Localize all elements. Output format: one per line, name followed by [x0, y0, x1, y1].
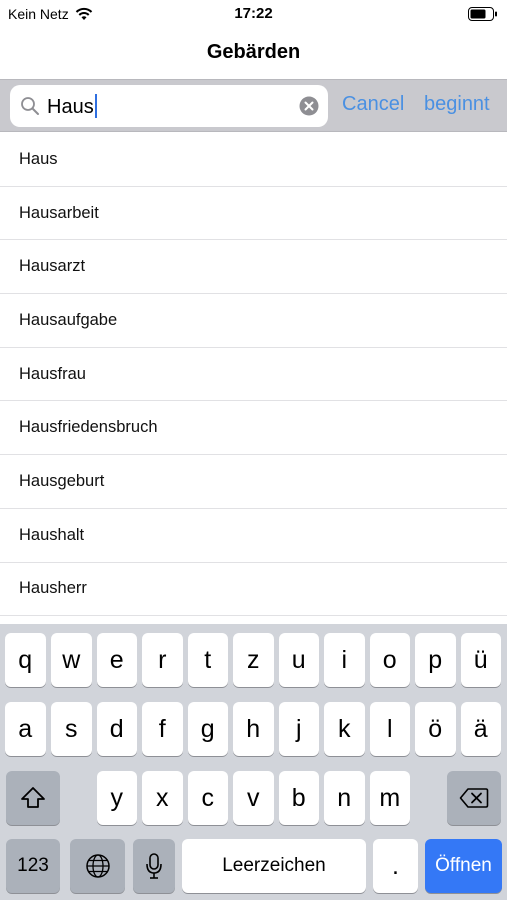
- key-o[interactable]: o: [369, 633, 410, 687]
- key-f[interactable]: f: [142, 702, 183, 756]
- list-item[interactable]: Hausarzt: [0, 240, 507, 295]
- key-t[interactable]: t: [187, 633, 228, 687]
- dictation-key[interactable]: [133, 839, 175, 893]
- key-m[interactable]: m: [369, 771, 410, 825]
- key-q[interactable]: q: [5, 633, 46, 687]
- status-bar: Kein Netz 17:22: [0, 0, 507, 30]
- list-item[interactable]: Hausfriedensbruch: [0, 401, 507, 456]
- key-g[interactable]: g: [187, 702, 228, 756]
- list-item[interactable]: Hausfrau: [0, 348, 507, 402]
- key-z[interactable]: z: [233, 633, 274, 687]
- list-item[interactable]: Hausarbeit: [0, 187, 507, 241]
- period-key[interactable]: .: [373, 839, 418, 893]
- numbers-key[interactable]: 123: [6, 839, 60, 893]
- key-s[interactable]: s: [51, 702, 92, 756]
- key-oe[interactable]: ö: [415, 702, 456, 756]
- delete-key[interactable]: [447, 771, 501, 825]
- key-ae[interactable]: ä: [460, 702, 501, 756]
- list-item[interactable]: Hausherr: [0, 563, 507, 617]
- key-x[interactable]: x: [142, 771, 183, 825]
- key-v[interactable]: v: [233, 771, 274, 825]
- backspace-icon: [459, 788, 489, 808]
- key-b[interactable]: b: [278, 771, 319, 825]
- key-w[interactable]: w: [51, 633, 92, 687]
- page-title: Gebärden: [206, 41, 301, 63]
- scope-button[interactable]: beginnt: [424, 93, 490, 116]
- search-value-text: Haus: [47, 96, 94, 118]
- key-e[interactable]: e: [96, 633, 137, 687]
- cancel-button[interactable]: Cancel: [342, 93, 404, 116]
- key-r[interactable]: r: [142, 633, 183, 687]
- key-n[interactable]: n: [324, 771, 365, 825]
- key-ue[interactable]: ü: [460, 633, 501, 687]
- key-l[interactable]: l: [369, 702, 410, 756]
- globe-key[interactable]: [70, 839, 125, 893]
- list-item[interactable]: Haushalt: [0, 509, 507, 563]
- key-i[interactable]: i: [324, 633, 365, 687]
- key-p[interactable]: p: [415, 633, 456, 687]
- key-k[interactable]: k: [324, 702, 365, 756]
- clear-icon[interactable]: [299, 96, 319, 116]
- globe-icon: [85, 854, 110, 878]
- list-item[interactable]: Hausgeburt: [0, 455, 507, 509]
- text-cursor: [94, 94, 97, 118]
- key-a[interactable]: a: [5, 702, 46, 756]
- shift-key[interactable]: [6, 771, 60, 825]
- key-j[interactable]: j: [278, 702, 319, 756]
- shift-icon: [21, 787, 45, 808]
- battery-icon: [468, 7, 497, 21]
- keyboard: q w e r t z u i o p ü a s d f g h j k l …: [0, 624, 507, 900]
- key-d[interactable]: d: [96, 702, 137, 756]
- space-key[interactable]: Leerzeichen: [182, 839, 366, 893]
- result-list: Haus Hausarbeit Hausarzt Hausaufgabe Hau…: [0, 133, 507, 624]
- key-y[interactable]: y: [96, 771, 137, 825]
- key-u[interactable]: u: [278, 633, 319, 687]
- key-c[interactable]: c: [187, 771, 228, 825]
- status-time: 17:22: [234, 5, 273, 22]
- open-button[interactable]: Öffnen: [425, 839, 502, 893]
- search-bar: Haus Cancel beginnt: [0, 79, 507, 132]
- list-item[interactable]: Hausaufgabe: [0, 294, 507, 348]
- search-value[interactable]: Haus: [47, 94, 97, 119]
- key-h[interactable]: h: [233, 702, 274, 756]
- search-input[interactable]: Haus: [10, 85, 328, 127]
- list-item[interactable]: Haus: [0, 133, 507, 187]
- microphone-icon: [146, 853, 162, 879]
- search-icon: [21, 97, 39, 115]
